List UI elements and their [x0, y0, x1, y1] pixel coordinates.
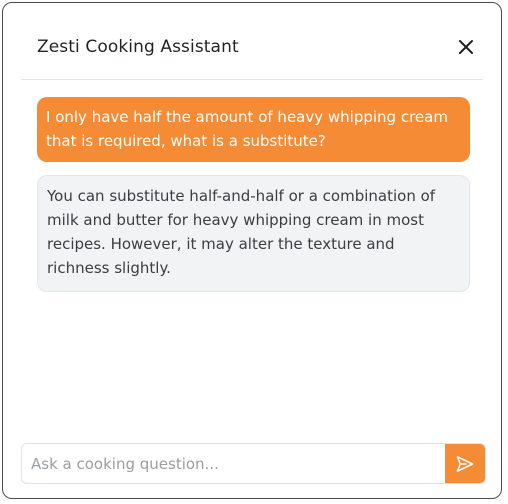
- dialog-title: Zesti Cooking Assistant: [37, 37, 239, 57]
- assistant-message: You can substitute half-and-half or a co…: [37, 175, 470, 292]
- chat-dialog: Zesti Cooking Assistant I only have half…: [2, 2, 502, 499]
- message-list: I only have half the amount of heavy whi…: [37, 97, 470, 292]
- close-icon: [459, 40, 473, 54]
- user-message: I only have half the amount of heavy whi…: [37, 97, 470, 162]
- dialog-header: Zesti Cooking Assistant: [21, 3, 483, 80]
- send-icon: [456, 456, 474, 472]
- question-input[interactable]: [22, 444, 446, 483]
- composer: [21, 443, 486, 484]
- close-button[interactable]: [455, 36, 477, 58]
- send-button[interactable]: [445, 444, 485, 483]
